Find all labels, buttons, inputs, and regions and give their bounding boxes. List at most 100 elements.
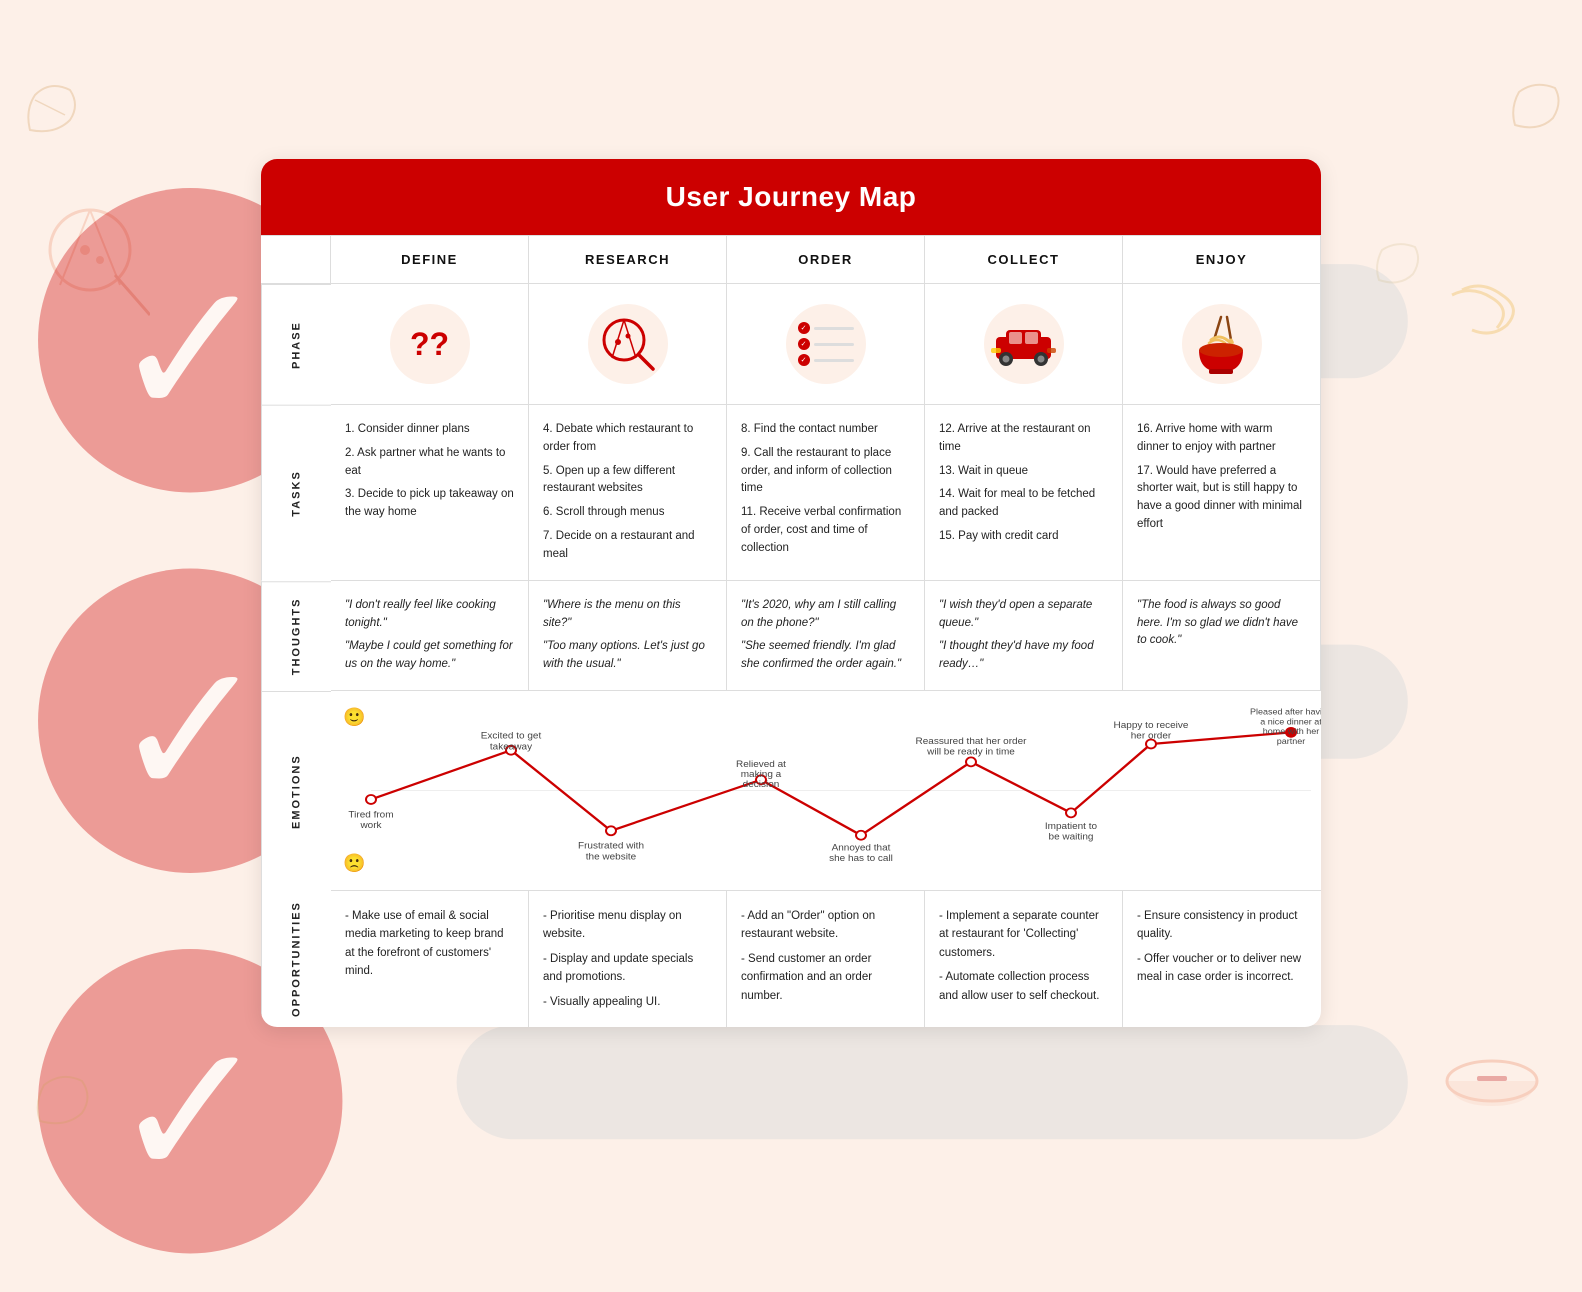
deco-cookie-right-mid (1372, 240, 1422, 285)
smiley-sad-icon: 🙁 (343, 853, 365, 874)
phase-cell-enjoy (1123, 284, 1321, 405)
tasks-cell-define: 1. Consider dinner plans 2. Ask partner … (331, 405, 529, 581)
svg-text:✓: ✓ (111, 1006, 270, 1218)
thought-define-1: "I don't really feel like cooking tonigh… (345, 597, 514, 633)
thought-enjoy-1: "The food is always so good here. I'm so… (1137, 597, 1306, 650)
col-header-order: ORDER (727, 236, 925, 284)
opp-research-1: - Prioritise menu display on website. (543, 907, 712, 944)
opp-enjoy-2: - Offer voucher or to deliver new meal i… (1137, 950, 1307, 987)
emotions-chart: 🙂 🙁 Tired from (331, 691, 1321, 891)
thought-order-1: "It's 2020, why am I still calling on th… (741, 597, 910, 633)
tasks-cell-order: 8. Find the contact number 9. Call the r… (727, 405, 925, 581)
svg-text:Pleased after having: Pleased after having (1250, 707, 1321, 716)
opp-order-2: - Send customer an order confirmation an… (741, 950, 910, 1005)
opp-enjoy-1: - Ensure consistency in product quality. (1137, 907, 1307, 944)
enjoy-icon-circle (1182, 304, 1262, 384)
bowl-icon (1189, 312, 1254, 377)
car-icon (991, 322, 1056, 367)
svg-text:✓: ✓ (111, 626, 270, 838)
thought-research-1: "Where is the menu on this site?" (543, 597, 712, 633)
task-collect-1: 12. Arrive at the restaurant on time (939, 421, 1108, 457)
opp-define-text: - Make use of email & social media marke… (345, 907, 514, 981)
thoughts-cell-research: "Where is the menu on this site?" "Too m… (529, 581, 727, 691)
svg-text:Frustrated with: Frustrated with (578, 841, 644, 851)
svg-text:Impatient to: Impatient to (1045, 821, 1097, 831)
checklist-item-3: ✓ (798, 354, 854, 366)
deco-noodles-right (1432, 280, 1532, 340)
order-icon-circle: ✓ ✓ ✓ (786, 304, 866, 384)
header-empty-cell (261, 236, 331, 284)
opp-cell-research: - Prioritise menu display on website. - … (529, 891, 727, 1027)
page-title: User Journey Map (281, 181, 1301, 213)
opp-collect-1: - Implement a separate counter at restau… (939, 907, 1108, 962)
tasks-cell-research: 4. Debate which restaurant to order from… (529, 405, 727, 581)
thought-collect-2: "I thought they'd have my food ready…" (939, 638, 1108, 674)
opp-cell-define: - Make use of email & social media marke… (331, 891, 529, 1027)
svg-text:Relieved at: Relieved at (736, 760, 786, 770)
svg-text:decision: decision (743, 779, 780, 789)
thought-order-2: "She seemed friendly. I'm glad she confi… (741, 638, 910, 674)
col-header-collect: COLLECT (925, 236, 1123, 284)
opp-collect-2: - Automate collection process and allow … (939, 968, 1108, 1005)
svg-text:Tired from: Tired from (348, 810, 393, 820)
check-line-2 (814, 343, 854, 346)
thoughts-cell-collect: "I wish they'd open a separate queue." "… (925, 581, 1123, 691)
check-icon-2: ✓ (798, 338, 810, 350)
task-define-2: 2. Ask partner what he wants to eat (345, 445, 514, 481)
task-research-1: 4. Debate which restaurant to order from (543, 421, 712, 457)
row-label-thoughts: THOUGHTS (261, 581, 331, 691)
opp-research-2: - Display and update specials and promot… (543, 950, 712, 987)
phase-cell-collect (925, 284, 1123, 405)
collect-icon-circle (984, 304, 1064, 384)
deco-pizza (30, 200, 150, 320)
card-header: User Journey Map (261, 159, 1321, 235)
thoughts-cell-enjoy: "The food is always so good here. I'm so… (1123, 581, 1321, 691)
svg-text:she has to call: she has to call (829, 854, 893, 864)
deco-cookie-bottom-left (30, 1071, 95, 1126)
opp-cell-collect: - Implement a separate counter at restau… (925, 891, 1123, 1027)
journey-table: DEFINE RESEARCH ORDER COLLECT ENJOY PHAS… (261, 235, 1321, 1027)
svg-text:be waiting: be waiting (1049, 832, 1094, 842)
task-research-3: 6. Scroll through menus (543, 504, 712, 522)
check-line-3 (814, 359, 854, 362)
journey-map-card: User Journey Map DEFINE RESEARCH ORDER C… (261, 159, 1321, 1027)
svg-text:her order: her order (1131, 731, 1171, 741)
col-header-define: DEFINE (331, 236, 529, 284)
question-mark-icon: ?? (410, 326, 449, 363)
check-line-1 (814, 327, 854, 330)
col-header-enjoy: ENJOY (1123, 236, 1321, 284)
phase-cell-research (529, 284, 727, 405)
svg-text:takeaway: takeaway (490, 742, 532, 752)
svg-text:Reassured that her order: Reassured that her order (916, 736, 1027, 746)
svg-text:making a: making a (741, 770, 782, 780)
emotion-line-chart: Tired from work Excited to get takeaway … (331, 701, 1321, 880)
tasks-cell-collect: 12. Arrive at the restaurant on time 13.… (925, 405, 1123, 581)
deco-cookie-left (20, 80, 80, 135)
svg-text:partner: partner (1277, 736, 1306, 745)
opp-cell-enjoy: - Ensure consistency in product quality.… (1123, 891, 1321, 1027)
svg-text:work: work (359, 821, 381, 831)
check-icon-1: ✓ (798, 322, 810, 334)
magnify-pizza-icon (598, 314, 658, 374)
task-define-1: 1. Consider dinner plans (345, 421, 514, 439)
task-research-4: 7. Decide on a restaurant and meal (543, 528, 712, 564)
svg-text:Happy to receive: Happy to receive (1114, 720, 1189, 730)
task-collect-2: 13. Wait in queue (939, 463, 1108, 481)
task-order-2: 9. Call the restaurant to place order, a… (741, 445, 910, 498)
check-icon-3: ✓ (798, 354, 810, 366)
col-header-research: RESEARCH (529, 236, 727, 284)
thoughts-cell-define: "I don't really feel like cooking tonigh… (331, 581, 529, 691)
row-label-tasks: TASKS (261, 405, 331, 581)
svg-text:Annoyed that: Annoyed that (832, 843, 891, 853)
opp-order-1: - Add an "Order" option on restaurant we… (741, 907, 910, 944)
opp-research-3: - Visually appealing UI. (543, 993, 712, 1011)
checklist-icon: ✓ ✓ ✓ (798, 322, 854, 366)
row-label-emotions: EMOTIONS (261, 691, 331, 891)
svg-text:a nice dinner at: a nice dinner at (1260, 717, 1321, 726)
thought-define-2: "Maybe I could get something for us on t… (345, 638, 514, 674)
task-define-3: 3. Decide to pick up takeaway on the way… (345, 486, 514, 522)
phase-cell-order: ✓ ✓ ✓ (727, 284, 925, 405)
task-order-1: 8. Find the contact number (741, 421, 910, 439)
checklist-item-1: ✓ (798, 322, 854, 334)
svg-text:✓: ✓ (111, 245, 270, 457)
